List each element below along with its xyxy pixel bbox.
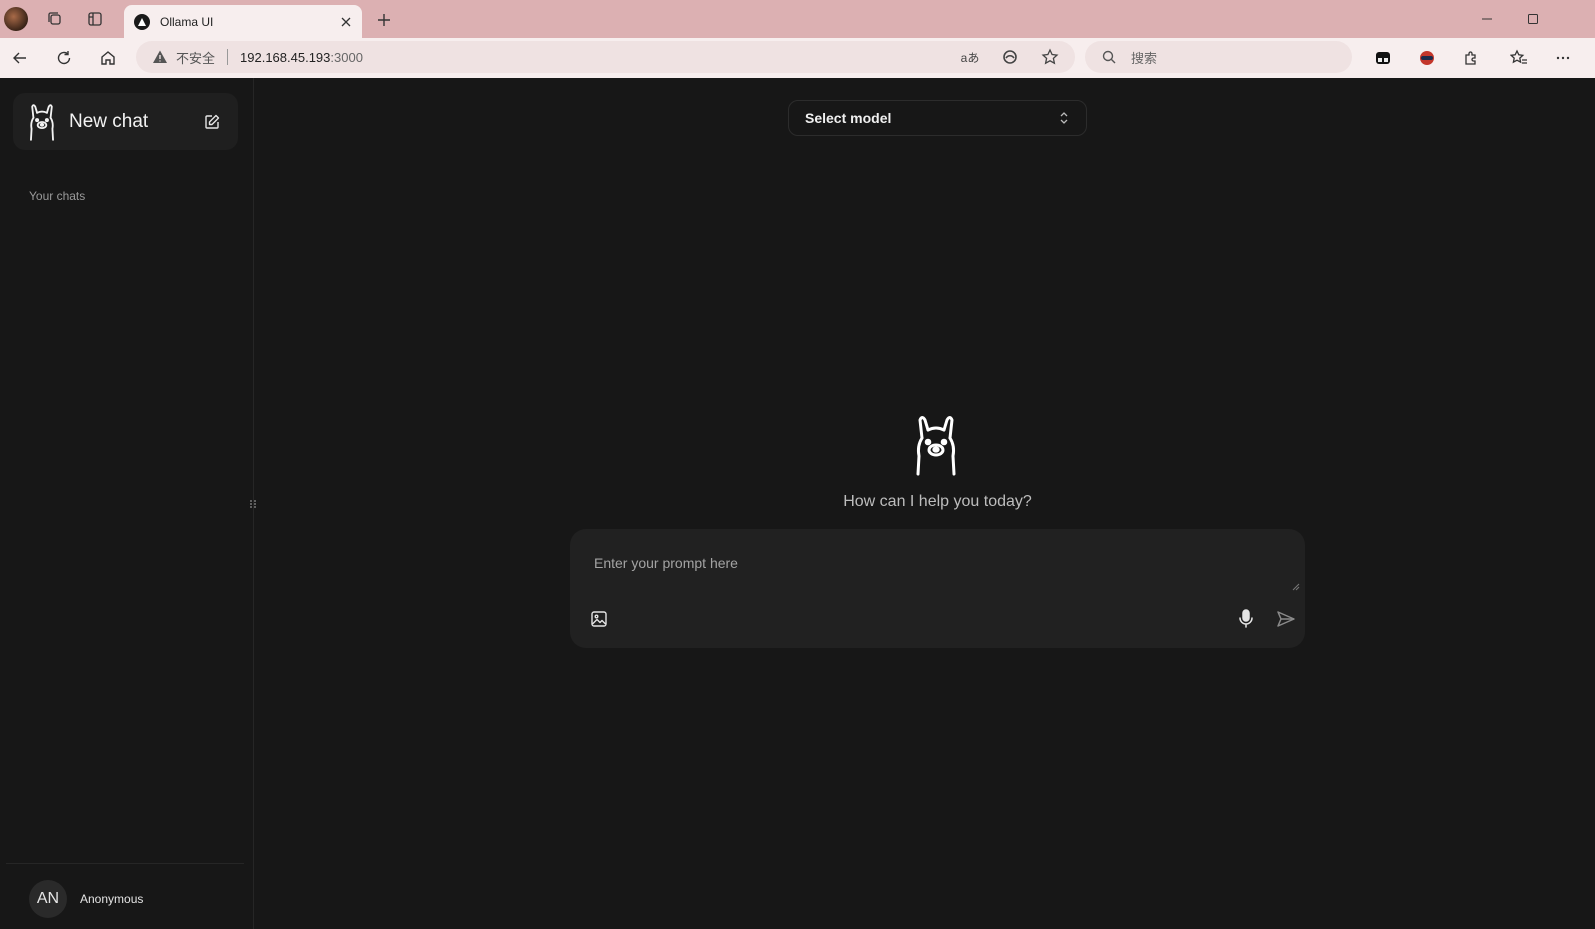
extension-mask-icon[interactable] (1412, 44, 1442, 72)
collections-icon[interactable] (44, 8, 66, 30)
browser-toolbar: 不安全 192.168.45.193:3000 aあ 搜索 (0, 38, 1595, 78)
favorites-icon[interactable] (1504, 44, 1534, 72)
security-warning[interactable]: 不安全 (152, 48, 215, 67)
search-icon (1102, 50, 1116, 64)
plus-icon[interactable] (372, 8, 396, 32)
maximize-icon[interactable] (1510, 4, 1556, 34)
model-select[interactable]: Select model (788, 100, 1087, 136)
warning-icon (153, 50, 167, 63)
close-icon[interactable] (334, 10, 358, 34)
more-icon[interactable] (1548, 44, 1578, 72)
profile-avatar-icon[interactable] (4, 7, 28, 31)
image-icon (591, 611, 607, 627)
microphone-button[interactable] (1235, 608, 1257, 630)
browser-tab-active[interactable]: Ollama UI (124, 5, 362, 38)
image-upload-button[interactable] (588, 608, 610, 630)
ollama-app: New chat Your chats AN Anonymous Select … (0, 78, 1595, 929)
avatar: AN (29, 880, 67, 918)
sidebar-divider (6, 863, 244, 864)
send-icon (1277, 611, 1295, 627)
tab-title: Ollama UI (160, 14, 214, 29)
edge-icon[interactable] (999, 46, 1021, 68)
microphone-icon (1239, 609, 1253, 628)
llama-logo-icon (30, 103, 54, 141)
address-bar[interactable]: 不安全 192.168.45.193:3000 aあ (136, 41, 1075, 73)
sidebar: New chat Your chats AN Anonymous (0, 78, 254, 929)
user-name: Anonymous (80, 892, 144, 906)
chevron-updown-icon (1056, 110, 1072, 126)
llama-logo-icon (916, 416, 956, 476)
send-button[interactable] (1274, 608, 1298, 630)
tab-favicon-icon (134, 13, 150, 30)
user-profile[interactable]: AN Anonymous (29, 880, 143, 918)
back-icon[interactable] (5, 44, 35, 72)
resize-grip-icon[interactable] (1292, 583, 1300, 591)
translate-icon[interactable]: aあ (959, 46, 981, 68)
url-port: :3000 (330, 49, 363, 65)
minimize-icon[interactable] (1464, 4, 1510, 34)
new-chat-label: New chat (69, 110, 149, 132)
search-placeholder: 搜索 (1131, 50, 1158, 66)
tab-actions-icon[interactable] (84, 8, 106, 30)
home-icon[interactable] (93, 44, 123, 72)
refresh-icon[interactable] (49, 44, 79, 72)
your-chats-heading: Your chats (29, 189, 86, 203)
extensions-icon[interactable] (1456, 44, 1486, 72)
new-chat-button[interactable]: New chat (13, 93, 238, 150)
address-separator (227, 49, 229, 65)
prompt-composer: Enter your prompt here (570, 529, 1305, 648)
prompt-input[interactable]: Enter your prompt here (594, 555, 738, 571)
model-select-label: Select model (805, 110, 892, 126)
search-box[interactable]: 搜索 (1085, 41, 1352, 73)
greeting-text: How can I help you today? (843, 493, 1032, 510)
security-label: 不安全 (176, 50, 216, 66)
browser-tab-strip: Ollama UI (0, 0, 1595, 38)
favorite-star-icon[interactable] (1039, 46, 1061, 68)
extension-app-icon[interactable] (1368, 44, 1398, 72)
url-host: 192.168.45.193 (240, 49, 331, 65)
sidebar-resize-handle[interactable] (249, 497, 257, 511)
edit-icon[interactable] (200, 110, 224, 134)
